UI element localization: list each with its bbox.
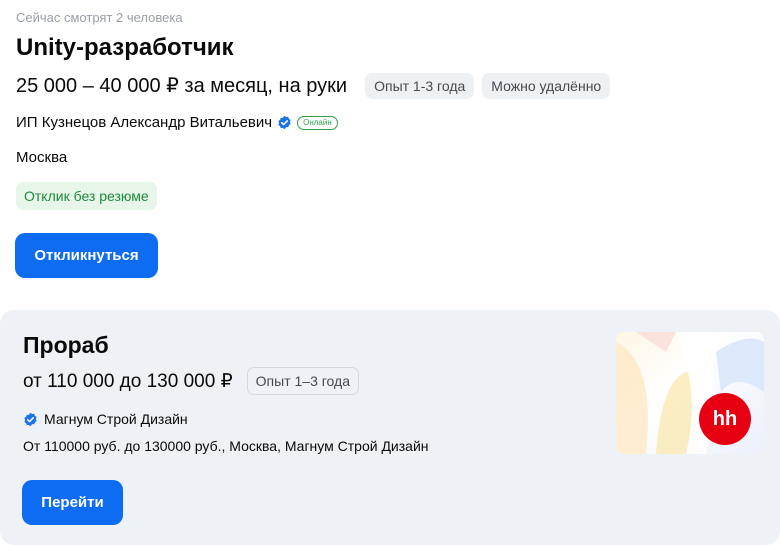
vacancy-title[interactable]: Прораб xyxy=(23,332,109,359)
vacancy-description: От 110000 руб. до 130000 руб., Москва, М… xyxy=(23,438,429,454)
company-name[interactable]: ИП Кузнецов Александр Витальевич xyxy=(16,114,272,131)
go-button[interactable]: Перейти xyxy=(22,480,123,525)
verified-check-icon xyxy=(24,412,37,426)
hh-logo: hh xyxy=(699,393,751,445)
salary-row: 25 000 – 40 000 ₽ за месяц, на руки Опыт… xyxy=(16,72,611,99)
no-resume-badge: Отклик без резюме xyxy=(16,182,157,210)
vacancy-card: Сейчас смотрят 2 человека Unity-разработ… xyxy=(0,0,780,300)
watching-now-label: Сейчас смотрят 2 человека xyxy=(16,10,183,25)
experience-chip: Опыт 1-3 года xyxy=(365,72,475,99)
city-label: Москва xyxy=(16,149,68,166)
online-badge: Онлайн xyxy=(297,115,338,130)
salary-row: от 110 000 до 130 000 ₽ Опыт 1–3 года xyxy=(23,367,359,395)
remote-chip: Можно удалённо xyxy=(482,72,611,99)
salary: от 110 000 до 130 000 ₽ xyxy=(23,370,233,392)
apply-button[interactable]: Откликнуться xyxy=(15,233,158,278)
ad-vacancy-card: Прораб от 110 000 до 130 000 ₽ Опыт 1–3 … xyxy=(0,310,780,545)
company-name[interactable]: Магнум Строй Дизайн xyxy=(44,411,188,427)
salary: 25 000 – 40 000 ₽ за месяц, на руки xyxy=(16,75,348,97)
experience-chip: Опыт 1–3 года xyxy=(246,367,359,395)
vacancy-title[interactable]: Unity-разработчик xyxy=(16,34,234,62)
company-row: Магнум Строй Дизайн xyxy=(23,411,188,427)
company-row: ИП Кузнецов Александр Витальевич Онлайн xyxy=(16,114,338,131)
verified-check-icon xyxy=(278,115,291,130)
